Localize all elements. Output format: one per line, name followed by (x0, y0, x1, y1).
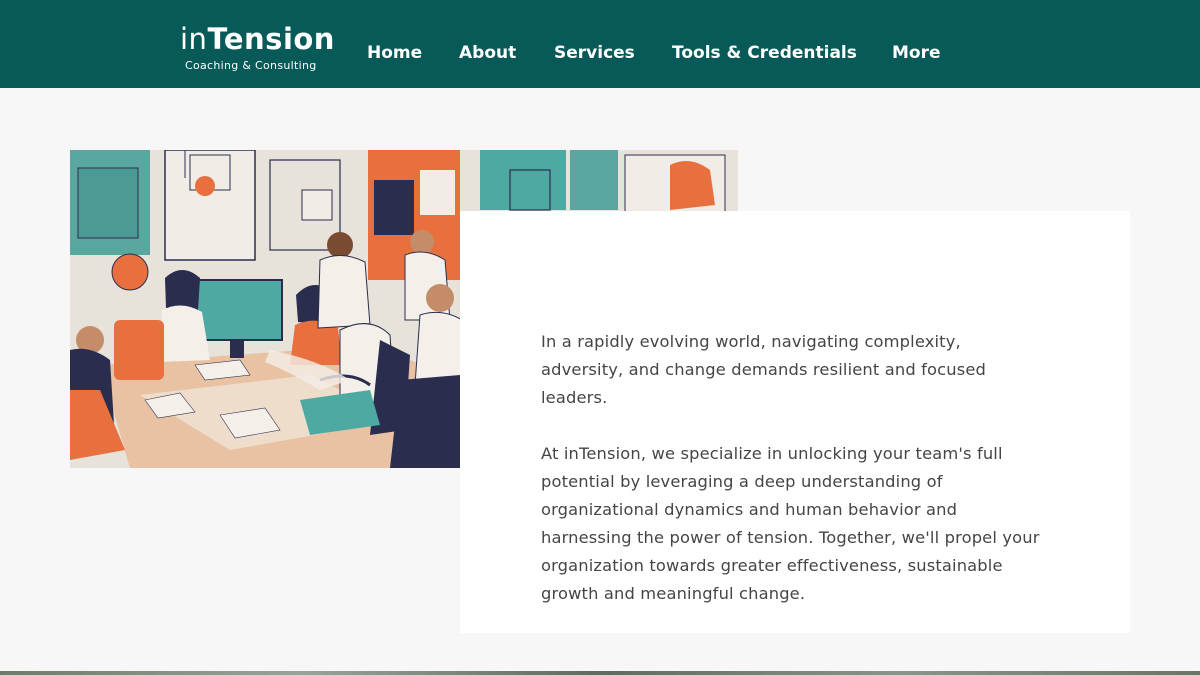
nav-item-about[interactable]: About (459, 43, 516, 63)
intro-paragraph-1: In a rapidly evolving world, navigating … (541, 332, 986, 407)
nav-item-services[interactable]: Services (554, 43, 635, 63)
intro-text: In a rapidly evolving world, navigating … (541, 328, 1041, 608)
nav-item-more[interactable]: More (892, 43, 941, 63)
nav-item-tools-credentials[interactable]: Tools & Credentials (672, 43, 857, 63)
logo-tagline: Coaching & Consulting (185, 59, 317, 72)
site-logo[interactable]: inTension Coaching & Consulting (180, 22, 335, 73)
nav-item-home[interactable]: Home (367, 43, 422, 63)
next-section-image-edge (0, 671, 1200, 675)
intro-card: In a rapidly evolving world, navigating … (460, 211, 1130, 633)
intro-paragraph-2: At inTension, we specialize in unlocking… (541, 444, 1040, 603)
site-header: inTension Coaching & Consulting Home Abo… (0, 0, 1200, 88)
logo-wordmark: inTension (180, 22, 335, 56)
